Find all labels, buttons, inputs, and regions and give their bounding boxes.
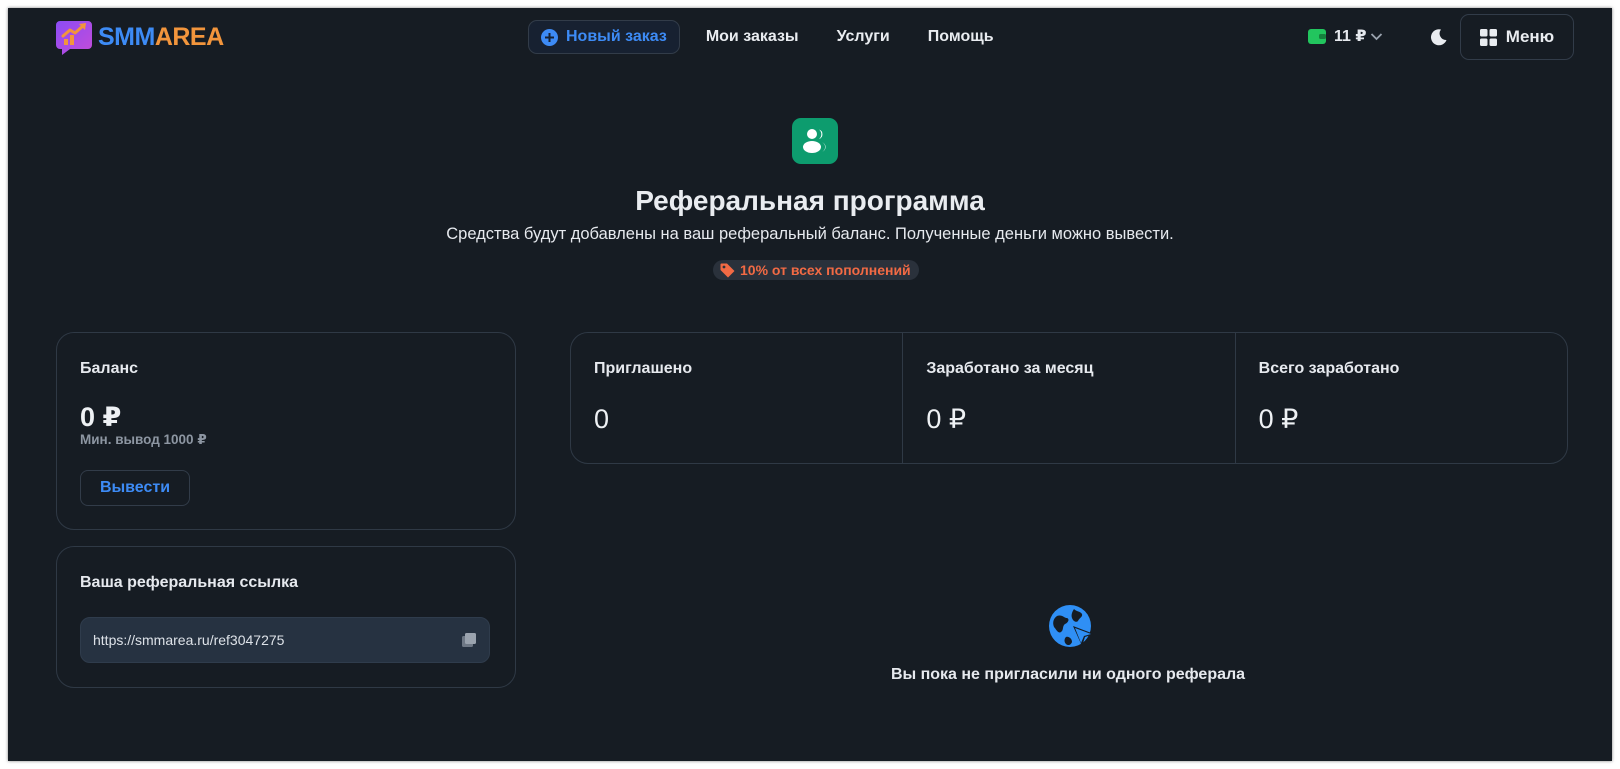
grid-icon [1479,28,1497,46]
nav-services[interactable]: Услуги [837,28,890,46]
stat-label: Приглашено [594,360,693,377]
stat-value: 0 ₽ [926,404,967,434]
copy-icon[interactable] [461,632,477,648]
commission-badge-text: 10% от всех пополнений [740,262,911,278]
stat-value: 0 ₽ [1258,404,1299,434]
referral-link-card: Ваша реферальная ссылка https://smmarea.… [56,546,516,688]
menu-label: Меню [1505,27,1555,46]
referral-link-field[interactable]: https://smmarea.ru/ref3047275 [80,617,490,663]
new-order-label: Новый заказ [566,28,667,45]
logo[interactable]: SMMAREA [56,18,224,56]
referral-link-label: Ваша реферальная ссылка [80,574,299,591]
nav-help[interactable]: Помощь [928,28,994,46]
chevron-down-icon [1370,32,1382,40]
stat-earned-total: Всего заработано 0 ₽ [1236,333,1567,463]
logo-text: SMMAREA [98,22,224,51]
stat-label: Всего заработано [1258,360,1400,377]
users-icon [803,129,826,153]
empty-referrals-text: Вы пока не пригласили ни одного реферала [890,666,1246,683]
balance-label: Баланс [80,360,139,377]
balance-amount: 0 ₽ [80,402,122,432]
balance-value: 11 ₽ [1334,28,1367,45]
menu-button[interactable]: Меню [1460,14,1574,60]
page-subtitle: Средства будут добавлены на ваш рефераль… [446,225,1174,243]
theme-toggle-button[interactable] [1426,24,1452,50]
stats-card: Приглашено 0 Заработано за месяц 0 ₽ Все… [570,332,1568,464]
min-withdraw-text: Мин. вывод 1000 ₽ [80,432,207,447]
top-nav: Новый заказ Мои заказы Услуги Помощь [528,20,1032,54]
moon-icon [1430,29,1447,46]
plus-circle-icon [541,28,558,46]
globe-cursor-icon [1049,605,1094,647]
page-title: Реферальная программа [635,185,985,216]
new-order-button[interactable]: Новый заказ [528,20,680,54]
stat-earned-month: Заработано за месяц 0 ₽ [903,333,1236,463]
withdraw-button[interactable]: Вывести [80,470,190,506]
hero-icon [792,118,838,164]
balance-dropdown[interactable]: 11 ₽ [1308,26,1383,46]
nav-my-orders[interactable]: Мои заказы [706,28,799,46]
stat-value: 0 [594,404,610,434]
tag-icon [720,263,735,277]
commission-badge: 10% от всех пополнений [713,260,919,280]
chart-up-logo-icon [56,21,92,55]
balance-card: Баланс 0 ₽ Мин. вывод 1000 ₽ Вывести [56,332,516,530]
wallet-icon [1308,28,1326,44]
stat-invited: Приглашено 0 [571,333,904,463]
app-window: SMMAREA Новый заказ Мои заказы Услуги По… [8,8,1612,761]
stat-label: Заработано за месяц [926,360,1094,377]
referral-link-url: https://smmarea.ru/ref3047275 [93,632,285,648]
